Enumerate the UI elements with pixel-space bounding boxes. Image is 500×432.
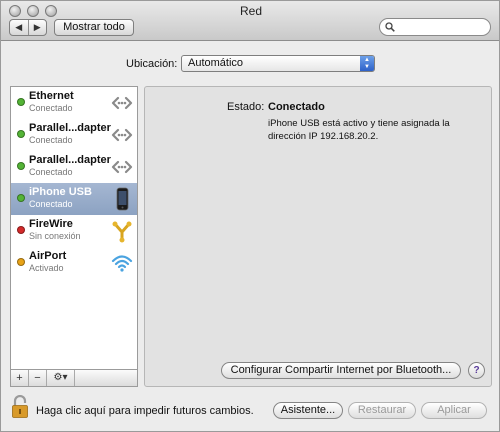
service-list: Ethernet Conectado Parallel...dapter Con… — [10, 86, 138, 370]
ethernet-icon — [111, 160, 133, 174]
service-status: Sin conexión — [29, 231, 81, 241]
gear-icon[interactable]: ⚙▾ — [47, 370, 75, 386]
service-name: Parallel...dapter — [29, 154, 111, 166]
service-status: Conectado — [29, 167, 73, 177]
window-title: Red — [239, 4, 262, 18]
service-status: Conectado — [29, 199, 73, 209]
state-description: iPhone USB está activo y tiene asignada … — [268, 118, 450, 142]
service-name: FireWire — [29, 218, 73, 230]
network-preferences-window: Red ◀ ▶ Mostrar todo Ubicación: Automáti… — [0, 0, 500, 432]
service-item-parallels-2[interactable]: Parallel...dapter Conectado — [11, 151, 137, 183]
status-dot-icon — [17, 258, 25, 266]
state-label: Estado: — [227, 101, 265, 113]
show-all-button[interactable]: Mostrar todo — [54, 19, 134, 36]
service-status: Conectado — [29, 135, 73, 145]
service-list-controls: + − ⚙▾ — [10, 370, 138, 387]
toolbar: Red ◀ ▶ Mostrar todo — [1, 1, 499, 41]
ethernet-icon — [111, 128, 133, 142]
lock-message: Haga clic aquí para impedir futuros camb… — [36, 405, 254, 417]
location-value: Automático — [188, 57, 244, 69]
forward-button[interactable]: ▶ — [27, 20, 47, 35]
state-value: Conectado — [268, 101, 325, 113]
service-status: Activado — [29, 263, 64, 273]
remove-service-button[interactable]: − — [29, 370, 47, 386]
service-detail-pane: Estado: Conectado iPhone USB está activo… — [144, 86, 492, 387]
service-item-airport[interactable]: AirPort Activado — [11, 247, 137, 279]
bluetooth-sharing-button[interactable]: Configurar Compartir Internet por Blueto… — [221, 362, 461, 379]
back-forward-control: ◀ ▶ — [9, 19, 47, 36]
service-name: Parallel...dapter — [29, 122, 111, 134]
wifi-icon — [111, 255, 133, 272]
location-label: Ubicación: — [126, 58, 178, 70]
add-service-button[interactable]: + — [11, 370, 29, 386]
firewire-icon — [112, 221, 132, 243]
iphone-icon — [116, 187, 129, 211]
restore-button[interactable]: Restaurar — [348, 402, 416, 419]
status-dot-icon — [17, 226, 25, 234]
location-select[interactable]: Automático ▲ ▼ — [181, 55, 375, 72]
status-dot-icon — [17, 162, 25, 170]
search-input[interactable] — [379, 18, 491, 36]
ethernet-icon — [111, 96, 133, 110]
lock-icon[interactable] — [11, 395, 29, 419]
service-name: iPhone USB — [29, 186, 92, 198]
service-item-iphone-usb[interactable]: iPhone USB Conectado — [11, 183, 137, 215]
assistant-button[interactable]: Asistente... — [273, 402, 343, 419]
search-icon — [385, 22, 395, 32]
service-name: AirPort — [29, 250, 67, 262]
service-item-parallels-1[interactable]: Parallel...dapter Conectado — [11, 119, 137, 151]
service-status: Conectado — [29, 103, 73, 113]
service-item-ethernet[interactable]: Ethernet Conectado — [11, 87, 137, 119]
status-dot-icon — [17, 130, 25, 138]
help-button[interactable]: ? — [468, 362, 485, 379]
status-dot-icon — [17, 194, 25, 202]
service-item-firewire[interactable]: FireWire Sin conexión — [11, 215, 137, 247]
status-dot-icon — [17, 98, 25, 106]
chevron-up-down-icon: ▲ ▼ — [360, 56, 374, 71]
service-name: Ethernet — [29, 90, 74, 102]
apply-button[interactable]: Aplicar — [421, 402, 487, 419]
back-button[interactable]: ◀ — [10, 20, 28, 35]
